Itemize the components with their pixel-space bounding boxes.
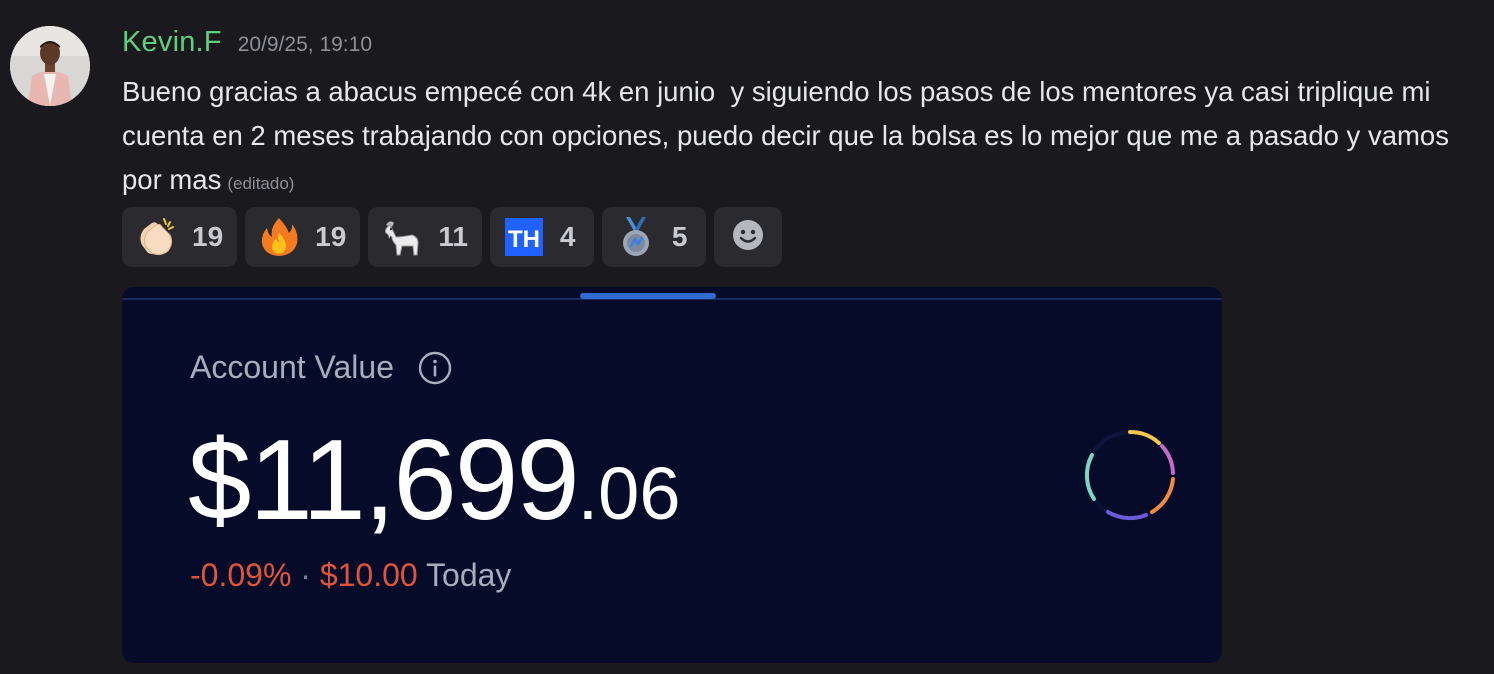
image-attachment[interactable]: Account Value $11,699.06 -0.09% · $10.00… [122,287,1222,663]
attachment-handle [580,293,716,299]
edited-label: (editado) [227,174,295,193]
reaction-count: 5 [671,221,688,252]
account-value-label-row: Account Value [190,349,452,386]
clapping-hands-icon [134,215,178,259]
change-amount: $10.00 [319,557,418,593]
change-separator: · [300,557,311,593]
th-icon-text: TH [508,226,540,253]
info-circle-icon [418,351,452,385]
daily-change-row: -0.09% · $10.00 Today [190,557,511,594]
reaction-goat[interactable]: 11 [368,207,482,267]
fire-icon [257,215,301,259]
message-content: Bueno gracias a abacus empecé con 4k en … [122,70,1494,206]
medal-icon [614,215,658,259]
timestamp[interactable]: 20/9/25, 19:10 [238,33,372,57]
th-custom-emoji-icon: TH [502,215,546,259]
username[interactable]: Kevin.F [122,26,222,59]
account-value-label: Account Value [190,349,394,385]
reaction-th[interactable]: TH 4 [489,207,594,267]
reaction-clapping-hands[interactable]: 19 [122,207,238,267]
change-percent: -0.09% [190,557,292,593]
goat-icon [380,215,424,259]
reactions-bar: 19 19 11 TH 4 5 [122,207,782,267]
account-value-cents: .06 [577,452,681,535]
reaction-count: 19 [315,221,347,252]
reaction-count: 11 [438,221,468,252]
reaction-count: 4 [559,221,576,252]
smiley-add-reaction-icon [731,218,765,257]
add-reaction-button[interactable] [713,207,782,267]
avatar[interactable] [10,26,90,106]
account-value-whole: $11,699 [188,417,580,544]
reaction-fire[interactable]: 19 [245,207,361,267]
account-value-amount: $11,699.06 [188,415,681,546]
message-text: Bueno gracias a abacus empecé con 4k en … [122,76,1457,195]
reaction-medal[interactable]: 5 [601,207,706,267]
message-header: Kevin.F 20/9/25, 19:10 [122,26,372,59]
change-period: Today [426,557,512,593]
reaction-count: 19 [192,221,224,252]
loading-ring-icon [1084,429,1175,521]
chat-message: Kevin.F 20/9/25, 19:10 Bueno gracias a a… [0,0,1494,674]
